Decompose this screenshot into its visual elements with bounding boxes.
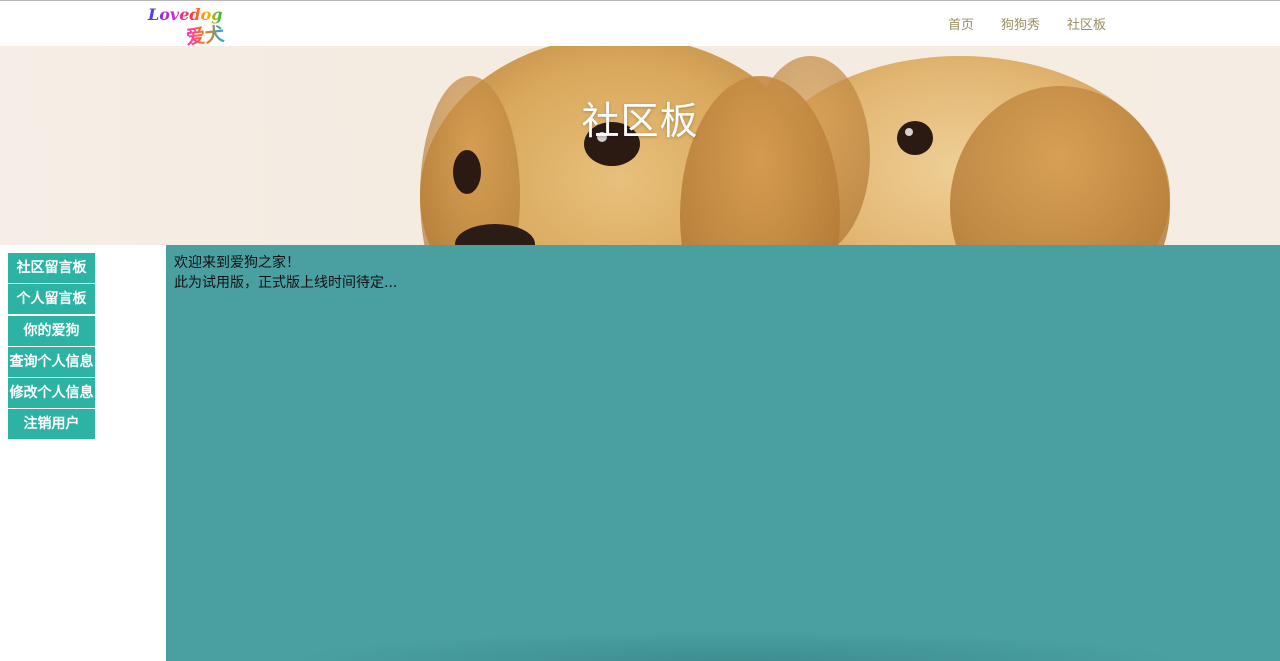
- content-panel: 欢迎来到爱狗之家！ 此为试用版，正式版上线时间待定...: [166, 245, 1280, 661]
- sidebar-item-personal-board[interactable]: 个人留言板: [8, 284, 95, 315]
- top-header: Lovedog 爱犬 首页 狗狗秀 社区板: [0, 0, 1280, 47]
- notice-text: 此为试用版，正式版上线时间待定...: [174, 275, 398, 291]
- nav-home[interactable]: 首页: [948, 14, 974, 33]
- logo-text-top: Lovedog: [147, 5, 222, 24]
- page: Lovedog 爱犬 首页 狗狗秀 社区板 社区板 社区留言板 个人留言板 你的…: [0, 0, 1280, 661]
- site-logo[interactable]: Lovedog 爱犬: [146, 3, 238, 47]
- panel-shadow: [286, 631, 1186, 661]
- main-nav: 首页 狗狗秀 社区板: [948, 14, 1106, 33]
- puppies-image: [0, 46, 1280, 245]
- nav-dog-show[interactable]: 狗狗秀: [1001, 14, 1040, 33]
- sidebar-item-edit-profile[interactable]: 修改个人信息: [8, 378, 95, 409]
- logo-text-bottom: 爱犬: [185, 22, 226, 47]
- sidebar-item-your-dog[interactable]: 你的爱狗: [8, 315, 95, 346]
- sidebar-item-view-profile[interactable]: 查询个人信息: [8, 346, 95, 377]
- sidebar-menu: 社区留言板 个人留言板 你的爱狗 查询个人信息 修改个人信息 注销用户: [8, 253, 95, 441]
- sidebar-item-community-board[interactable]: 社区留言板: [8, 253, 95, 283]
- welcome-text: 欢迎来到爱狗之家！: [174, 255, 300, 271]
- hero-banner: 社区板: [0, 46, 1280, 245]
- nav-community[interactable]: 社区板: [1067, 14, 1106, 33]
- banner-title: 社区板: [581, 99, 699, 143]
- sidebar-item-deregister[interactable]: 注销用户: [8, 409, 95, 440]
